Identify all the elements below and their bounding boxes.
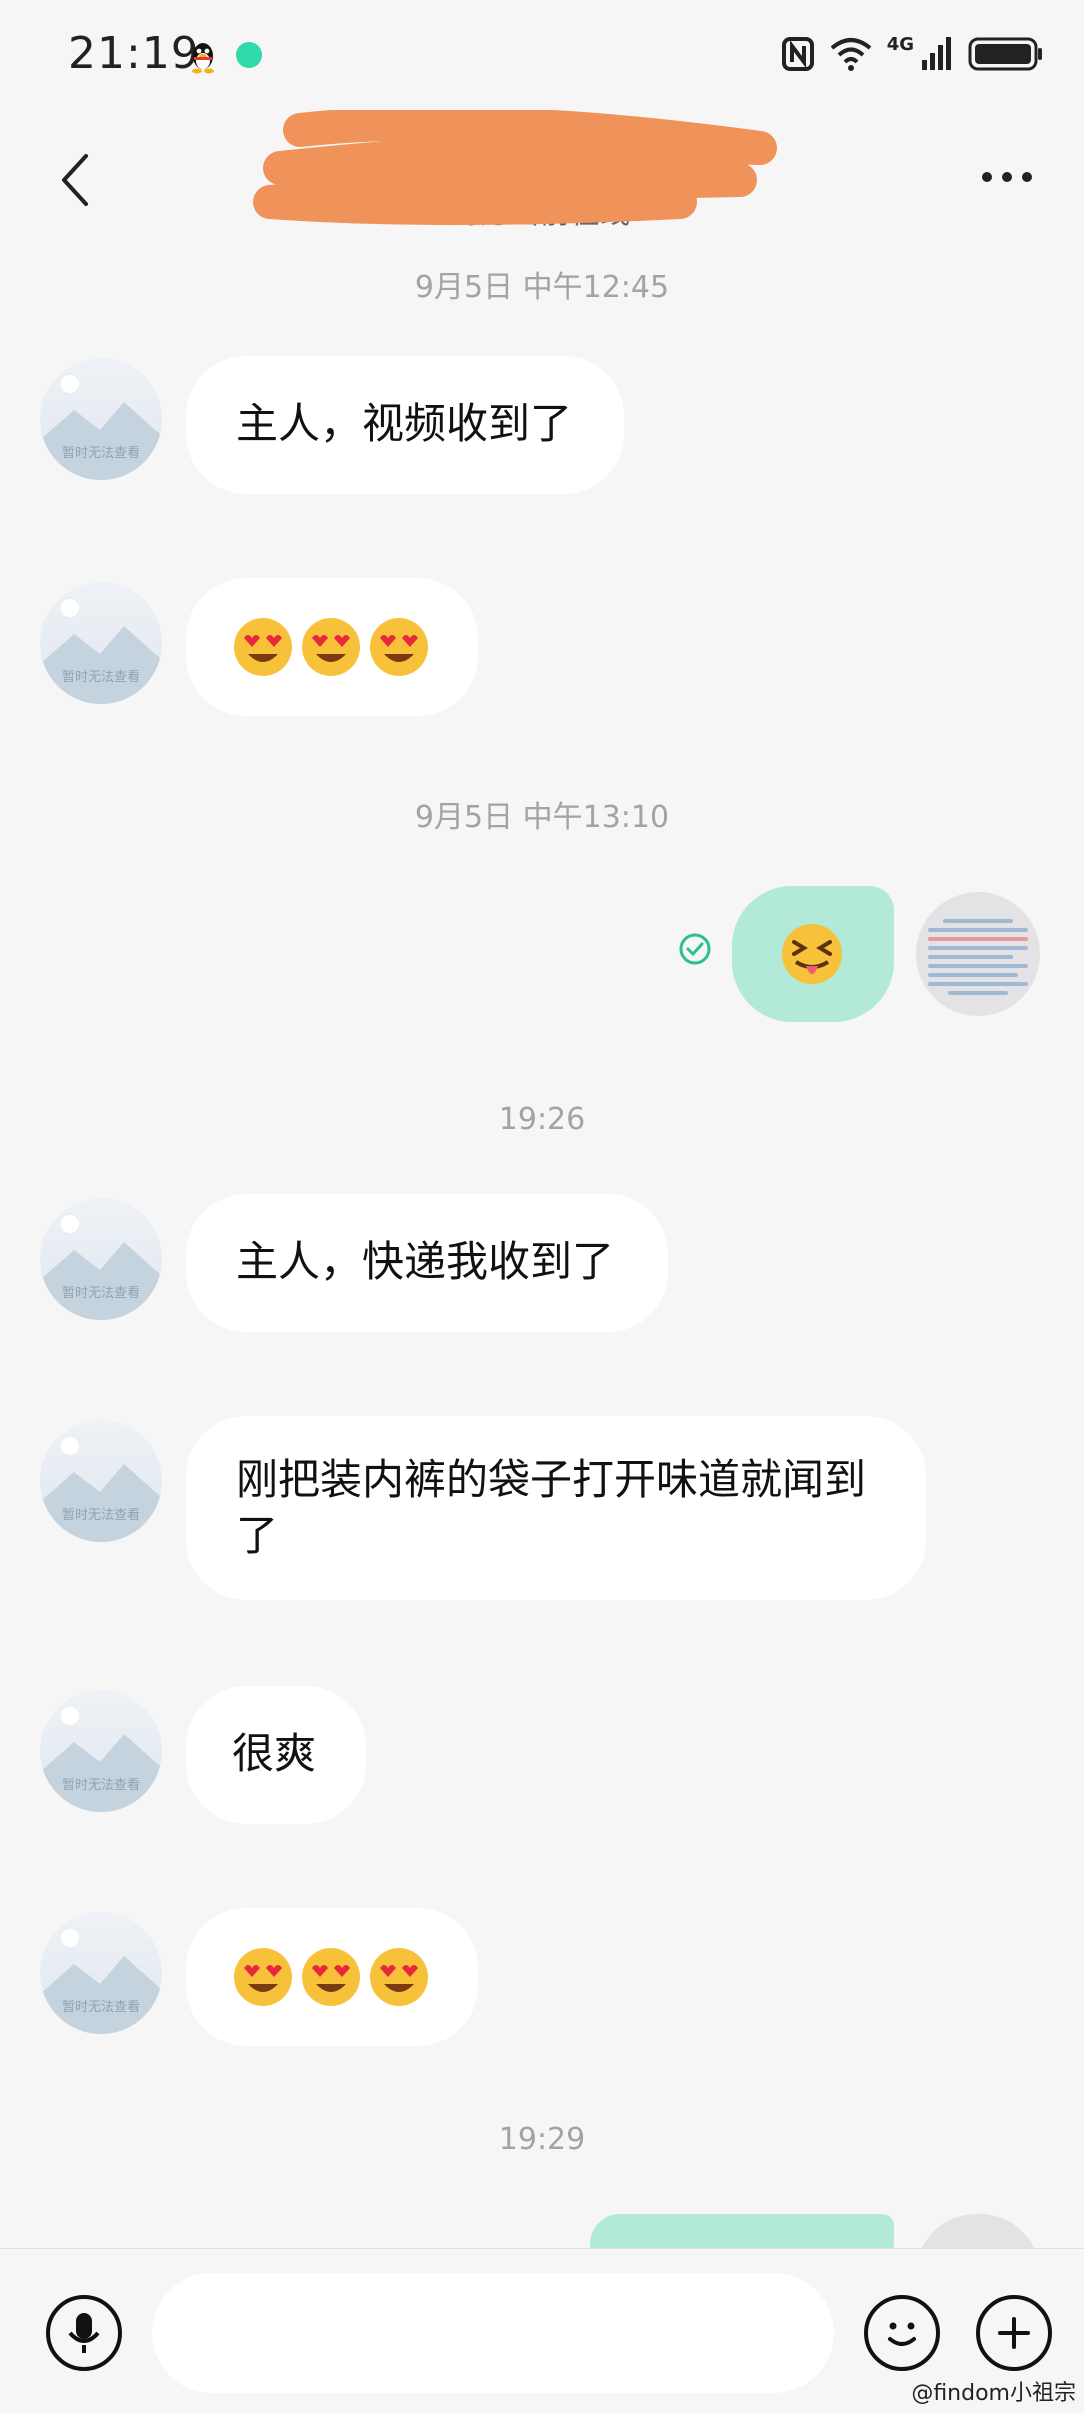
heart-eyes-emoji-icon [234, 618, 292, 676]
heart-eyes-emoji-icon [302, 1948, 360, 2006]
battery-icon [968, 37, 1042, 71]
contact-avatar[interactable]: 暂时无法查看 [40, 1198, 162, 1320]
image-placeholder-icon [40, 599, 162, 704]
signal-icon [922, 37, 951, 70]
chat-header: Li (6_200 1) 对方当前在线 [0, 110, 1084, 250]
message-text: 主人，视频收到了 [236, 399, 573, 448]
back-arrow-icon[interactable] [56, 150, 96, 210]
redaction-scribble [253, 110, 777, 225]
network-type-label: 4G [886, 33, 914, 55]
image-placeholder-icon [40, 1215, 162, 1320]
received-message[interactable]: 很爽 [186, 1686, 366, 1824]
nfc-icon [781, 37, 814, 71]
avatar-placeholder-text: 暂时无法查看 [61, 2000, 140, 2015]
heart-eyes-emoji-icon [370, 618, 428, 676]
status-time: 21:19 [68, 28, 200, 79]
contact-avatar[interactable]: 暂时无法查看 [40, 358, 162, 480]
image-placeholder-icon [40, 375, 162, 480]
sent-emoji-message[interactable] [732, 886, 894, 1022]
contact-avatar[interactable]: 暂时无法查看 [40, 1912, 162, 2034]
message-input[interactable] [152, 2273, 834, 2393]
heart-eyes-emoji-icon [234, 1948, 292, 2006]
avatar-placeholder-text: 暂时无法查看 [61, 1508, 140, 1523]
timestamp: 19:26 [498, 1102, 586, 1137]
plus-icon [998, 2317, 1030, 2349]
more-options-icon[interactable] [982, 172, 1032, 182]
contact-avatar[interactable]: 暂时无法查看 [40, 1420, 162, 1542]
image-placeholder-icon [40, 1929, 162, 2034]
avatar-placeholder-text: 暂时无法查看 [61, 1286, 140, 1301]
contact-avatar[interactable]: 暂时无法查看 [40, 1690, 162, 1812]
heart-eyes-emoji-icon [302, 618, 360, 676]
tongue-out-emoji-icon [782, 924, 842, 984]
contact-avatar[interactable]: 暂时无法查看 [40, 582, 162, 704]
voice-input-button[interactable] [46, 2295, 122, 2371]
wifi-icon [830, 38, 871, 71]
smiley-icon [888, 2322, 916, 2346]
received-emoji-message[interactable] [186, 1908, 478, 2046]
message-text-line: 了 [236, 1511, 279, 1560]
message-text: 主人，快递我收到了 [236, 1237, 615, 1286]
message-text-line: 刚把装内裤的袋子打开味道就闻到 [236, 1455, 867, 1504]
avatar-placeholder-text: 暂时无法查看 [61, 446, 140, 461]
timestamp: 9月5日 中午13:10 [414, 800, 670, 835]
input-bar: @findom小祖宗 [0, 2248, 1084, 2413]
timestamp: 9月5日 中午12:45 [414, 270, 670, 305]
avatar-placeholder-text: 暂时无法查看 [61, 1778, 140, 1793]
image-placeholder-icon [40, 1707, 162, 1812]
messenger-app-icon [236, 42, 262, 68]
status-icons: 4G [781, 34, 1044, 74]
avatar-screenshot-thumbnail [928, 914, 1028, 1000]
image-placeholder-icon [40, 1437, 162, 1542]
received-message[interactable]: 刚把装内裤的袋子打开味道就闻到 了 [186, 1416, 926, 1600]
watermark-text: @findom小祖宗 [911, 2381, 1076, 2406]
read-check-icon [679, 933, 711, 965]
timestamp: 19:29 [498, 2122, 586, 2157]
received-message[interactable]: 主人，快递我收到了 [186, 1194, 668, 1332]
message-text: 很爽 [232, 1729, 317, 1778]
qq-penguin-icon [192, 43, 214, 74]
emoji-button[interactable] [864, 2295, 940, 2371]
microphone-icon [68, 2313, 100, 2353]
more-actions-button[interactable] [976, 2295, 1052, 2371]
avatar-placeholder-text: 暂时无法查看 [61, 670, 140, 685]
received-emoji-message[interactable] [186, 578, 478, 716]
user-avatar[interactable] [916, 892, 1040, 1016]
heart-eyes-emoji-icon [370, 1948, 428, 2006]
status-bar: 21:19 4G [0, 0, 1084, 110]
received-message[interactable]: 主人，视频收到了 [186, 356, 624, 494]
